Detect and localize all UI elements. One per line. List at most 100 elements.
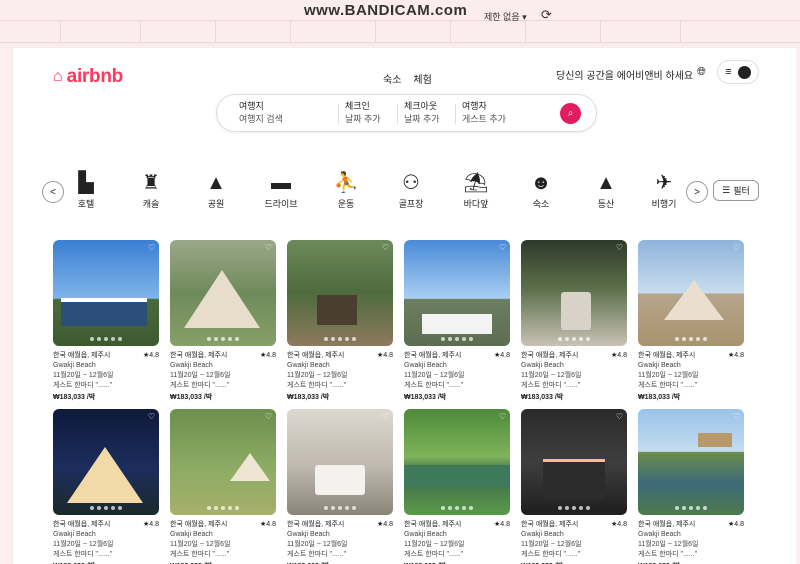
airbnb-page: ⌂ airbnb 숙소 체험 당신의 공간을 에어비앤비 하세요 🌐︎ ≡ 여행… xyxy=(12,48,796,564)
listing-card[interactable]: ♡ 한국 애월읍, 제주시 ★4.8 Gwakji Beach 11월20일 ~ 12월… xyxy=(170,409,276,564)
reddit-icon: ☻ xyxy=(530,172,552,194)
carousel-dots xyxy=(558,506,590,510)
runner-icon: ⛹ xyxy=(333,172,359,194)
rotate-icon[interactable]: ⟳ xyxy=(541,7,552,23)
filter-button[interactable]: ☰ 필터 xyxy=(713,180,759,201)
carousel-dots xyxy=(675,506,707,510)
airbnb-logo[interactable]: ⌂ airbnb xyxy=(53,66,123,88)
listing-card[interactable]: ♡ 한국 애월읍, 제주시 ★4.8 Gwakji Beach 11월20일 ~ 12월… xyxy=(404,409,510,564)
user-menu-button[interactable]: ≡ xyxy=(717,60,759,84)
listing-photo[interactable]: ♡ xyxy=(170,409,276,515)
listing-photo[interactable]: ♡ xyxy=(287,240,393,346)
carousel-dots xyxy=(90,506,122,510)
listing-card[interactable]: ♡ 한국 애월읍, 제주시 ★4.8 Gwakji Beach 11월20일 ~ 12월… xyxy=(404,240,510,403)
globe-icon[interactable]: 🌐︎ xyxy=(697,66,706,79)
category-sports[interactable]: ⛹ 운동 xyxy=(316,172,376,210)
heart-icon[interactable]: ♡ xyxy=(148,243,155,252)
listing-meta: 한국 애월읍, 제주시 ★4.8 Gwakji Beach 11월20일 ~ 12월6… xyxy=(404,520,510,564)
listing-host-note: 게스트 한마디 "......" xyxy=(404,551,464,558)
listing-dates: 11월20일 ~ 12월6일 xyxy=(404,372,465,379)
heart-icon[interactable]: ♡ xyxy=(265,243,272,252)
heart-icon[interactable]: ♡ xyxy=(499,412,506,421)
listing-photo[interactable]: ♡ xyxy=(53,409,159,515)
listing-card[interactable]: ♡ 한국 애월읍, 제주시 ★4.8 Gwakji Beach 11월20일 ~ 12월… xyxy=(53,409,159,564)
heart-icon[interactable]: ♡ xyxy=(382,412,389,421)
listing-photo[interactable]: ♡ xyxy=(287,409,393,515)
tab-experiences[interactable]: 체험 xyxy=(413,71,431,86)
heart-icon[interactable]: ♡ xyxy=(499,243,506,252)
listing-host-note: 게스트 한마디 "......" xyxy=(287,551,347,558)
listing-price: ₩183,033 /박 xyxy=(521,394,564,401)
category-hiking[interactable]: ▲ 등산 xyxy=(576,172,636,210)
listing-photo[interactable]: ♡ xyxy=(521,240,627,346)
listing-meta: 한국 애월읍, 제주시 ★4.8 Gwakji Beach 11월20일 ~ 12월6… xyxy=(638,351,744,403)
sliders-icon: ☰ xyxy=(722,185,731,195)
listing-rating: ★4.8 xyxy=(142,521,159,528)
heart-icon[interactable]: ♡ xyxy=(382,243,389,252)
heart-icon[interactable]: ♡ xyxy=(616,243,623,252)
category-airplane[interactable]: ✈ 비행기 xyxy=(641,172,687,210)
listing-rating: ★4.8 xyxy=(259,352,276,359)
listing-photo[interactable]: ♡ xyxy=(638,409,744,515)
listing-place: Gwakji Beach xyxy=(638,531,681,538)
carousel-dots xyxy=(441,337,473,341)
listing-photo[interactable]: ♡ xyxy=(404,409,510,515)
become-host-link[interactable]: 당신의 공간을 에어비앤비 하세요 xyxy=(556,67,693,82)
listing-meta: 한국 애월읍, 제주시 ★4.8 Gwakji Beach 11월20일 ~ 12월6… xyxy=(170,520,276,564)
limit-dropdown[interactable]: 제한 없음 ▾ xyxy=(484,10,527,23)
category-stay[interactable]: ☻ 숙소 xyxy=(511,172,571,210)
listing-card[interactable]: ♡ 한국 애월읍, 제주시 ★4.8 Gwakji Beach 11월20일 ~ 12월… xyxy=(170,240,276,403)
listing-place: Gwakji Beach xyxy=(404,362,447,369)
listing-photo[interactable]: ♡ xyxy=(638,240,744,346)
listing-dates: 11월20일 ~ 12월6일 xyxy=(521,541,582,548)
listing-card[interactable]: ♡ 한국 애월읍, 제주시 ★4.8 Gwakji Beach 11월20일 ~ 12월… xyxy=(521,240,627,403)
search-bar: 여행지 여행지 검색 체크인 날짜 추가 체크아웃 날짜 추가 여행자 게스트 … xyxy=(216,94,597,132)
listing-place: Gwakji Beach xyxy=(53,362,96,369)
listing-meta: 한국 애월읍, 제주시 ★4.8 Gwakji Beach 11월20일 ~ 12월6… xyxy=(404,351,510,403)
car-icon: ▬ xyxy=(271,172,291,194)
listing-card[interactable]: ♡ 한국 애월읍, 제주시 ★4.8 Gwakji Beach 11월20일 ~ 12월… xyxy=(287,240,393,403)
search-checkin[interactable]: 체크인 날짜 추가 xyxy=(345,100,381,126)
tree-icon: ▲ xyxy=(206,172,226,194)
category-next-button[interactable]: > xyxy=(686,181,708,203)
search-guests[interactable]: 여행자 게스트 추가 xyxy=(462,100,506,126)
listing-card[interactable]: ♡ 한국 애월읍, 제주시 ★4.8 Gwakji Beach 11월20일 ~ 12월… xyxy=(638,240,744,403)
listing-rating: ★4.8 xyxy=(727,352,744,359)
heart-icon[interactable]: ♡ xyxy=(733,243,740,252)
search-destination[interactable]: 여행지 여행지 검색 xyxy=(239,100,283,126)
category-park[interactable]: ▲ 공원 xyxy=(186,172,246,210)
listing-photo[interactable]: ♡ xyxy=(170,240,276,346)
category-beach[interactable]: ⛱ 바다앞 xyxy=(446,172,506,210)
listing-card[interactable]: ♡ 한국 애월읍, 제주시 ★4.8 Gwakji Beach 11월20일 ~ 12월… xyxy=(53,240,159,403)
listing-place: Gwakji Beach xyxy=(287,531,330,538)
listing-meta: 한국 애월읍, 제주시 ★4.8 Gwakji Beach 11월20일 ~ 12월6… xyxy=(521,351,627,403)
listing-rating: ★4.8 xyxy=(493,521,510,528)
listing-place: Gwakji Beach xyxy=(53,531,96,538)
heart-icon[interactable]: ♡ xyxy=(148,412,155,421)
category-hotel[interactable]: ▙ 호텔 xyxy=(56,172,116,210)
listing-meta: 한국 애월읍, 제주시 ★4.8 Gwakji Beach 11월20일 ~ 12월6… xyxy=(170,351,276,403)
listing-dates: 11월20일 ~ 12월6일 xyxy=(521,372,582,379)
listing-card[interactable]: ♡ 한국 애월읍, 제주시 ★4.8 Gwakji Beach 11월20일 ~ 12월… xyxy=(287,409,393,564)
listing-photo[interactable]: ♡ xyxy=(53,240,159,346)
rook-icon: ♜ xyxy=(142,172,160,194)
listing-photo[interactable]: ♡ xyxy=(521,409,627,515)
category-golf[interactable]: ⚇ 골프장 xyxy=(381,172,441,210)
listing-photo[interactable]: ♡ xyxy=(404,240,510,346)
plane-icon: ✈ xyxy=(655,172,673,194)
listing-host-note: 게스트 한마디 "......" xyxy=(53,382,113,389)
carousel-dots xyxy=(675,337,707,341)
listing-rating: ★4.8 xyxy=(376,521,393,528)
listing-card[interactable]: ♡ 한국 애월읍, 제주시 ★4.8 Gwakji Beach 11월20일 ~ 12월… xyxy=(638,409,744,564)
tab-stays[interactable]: 숙소 xyxy=(383,71,401,86)
category-castle[interactable]: ♜ 캐슬 xyxy=(121,172,181,210)
search-checkout[interactable]: 체크아웃 날짜 추가 xyxy=(404,100,440,126)
heart-icon[interactable]: ♡ xyxy=(265,412,272,421)
heart-icon[interactable]: ♡ xyxy=(616,412,623,421)
listing-place: Gwakji Beach xyxy=(170,362,213,369)
heart-icon[interactable]: ♡ xyxy=(733,412,740,421)
listing-meta: 한국 애월읍, 제주시 ★4.8 Gwakji Beach 11월20일 ~ 12월6… xyxy=(287,520,393,564)
search-button[interactable]: ⌕ xyxy=(560,103,581,124)
listing-card[interactable]: ♡ 한국 애월읍, 제주시 ★4.8 Gwakji Beach 11월20일 ~ 12월… xyxy=(521,409,627,564)
category-drive[interactable]: ▬ 드라이브 xyxy=(251,172,311,210)
